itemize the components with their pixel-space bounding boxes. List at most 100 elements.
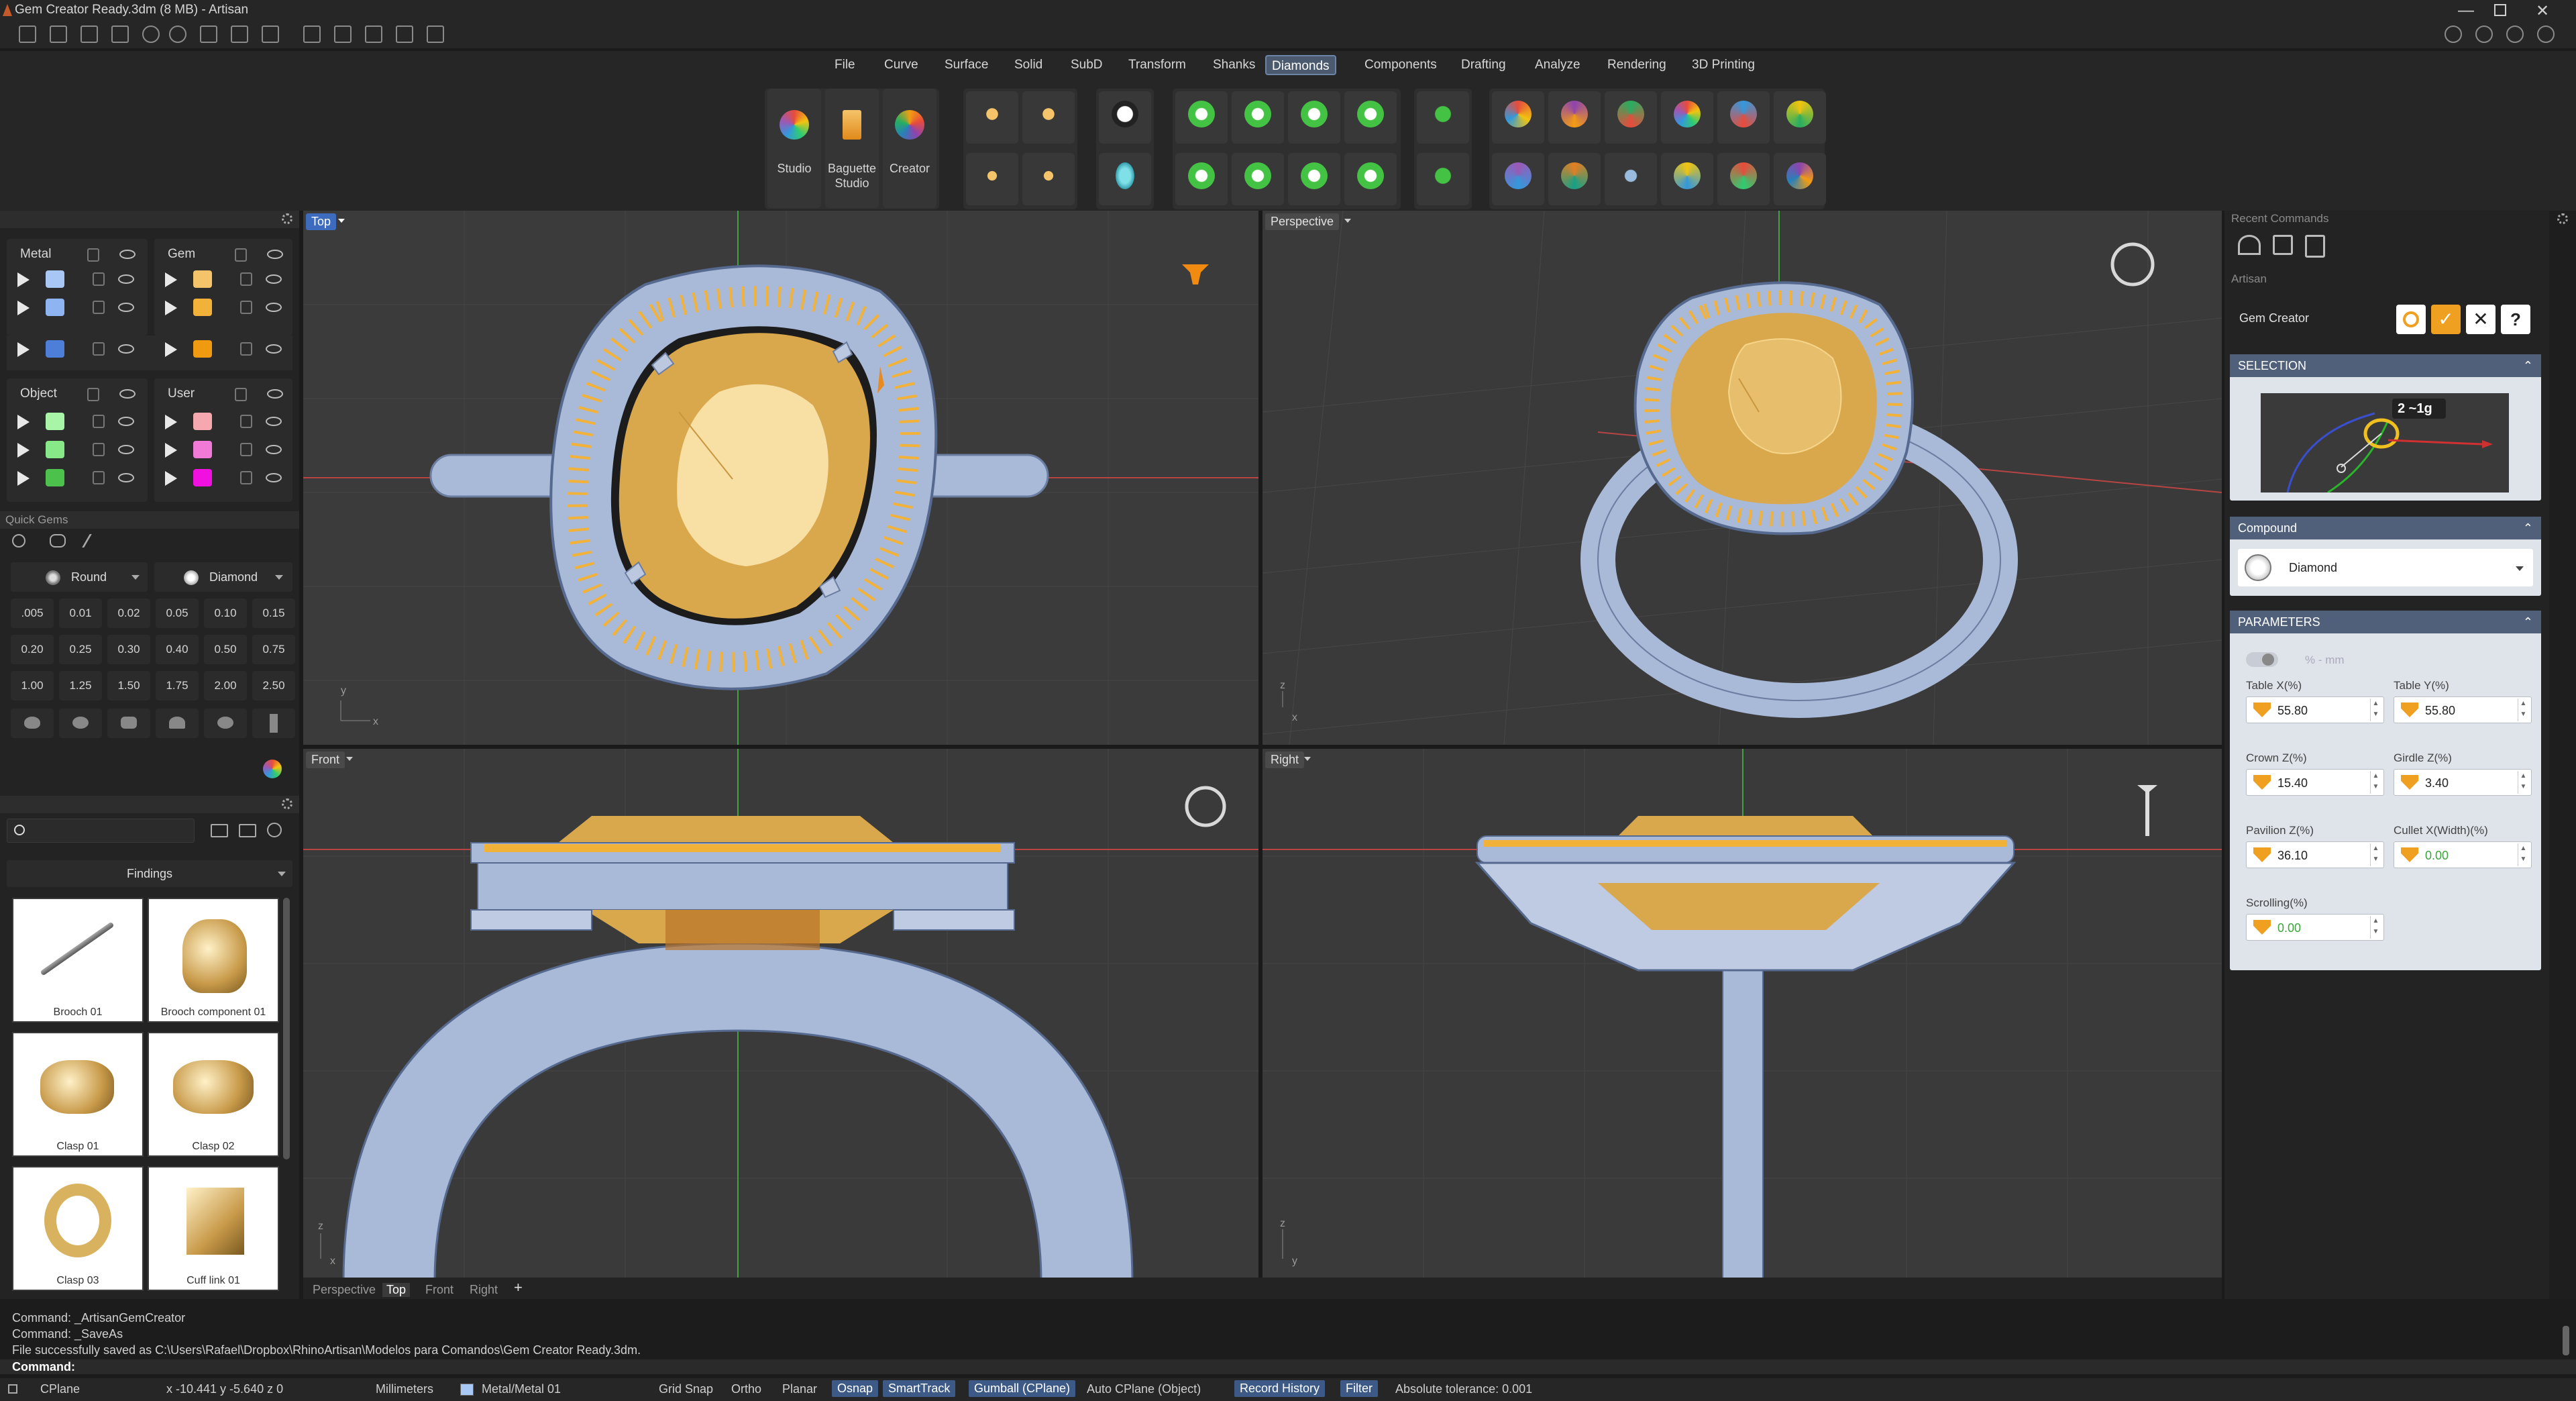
panel-options-icon[interactable] xyxy=(2557,213,2568,224)
oval-shape-button[interactable] xyxy=(59,709,102,738)
play-icon[interactable] xyxy=(165,443,177,458)
close-icon[interactable]: ✕ xyxy=(2536,1,2549,21)
menu-transform[interactable]: Transform xyxy=(1123,55,1191,75)
layer-row[interactable] xyxy=(165,439,292,462)
gem-swap-button[interactable] xyxy=(1548,91,1601,144)
panel-gear-icon[interactable] xyxy=(282,213,292,224)
gems-between-points-button[interactable] xyxy=(1022,91,1075,144)
refresh-icon[interactable] xyxy=(267,823,282,837)
quick-gems-settings-icon[interactable] xyxy=(12,534,25,548)
status-toggle[interactable]: Grid Snap xyxy=(659,1382,713,1396)
lock-icon[interactable] xyxy=(240,272,252,286)
status-toggle[interactable]: Record History xyxy=(1234,1380,1326,1397)
gem-select-button[interactable] xyxy=(1774,91,1826,144)
round-gem-button[interactable] xyxy=(1099,91,1151,144)
param-input[interactable]: 15.40 ▲ ▼ xyxy=(2246,769,2384,796)
menu-3d-printing[interactable]: 3D Printing xyxy=(1686,55,1760,75)
lock-icon[interactable] xyxy=(240,443,252,456)
layer-row[interactable] xyxy=(17,268,145,291)
recent-save-icon[interactable] xyxy=(2273,235,2293,255)
bezel-setting-button[interactable] xyxy=(1175,91,1228,144)
selection-preview[interactable]: 2 ~1g xyxy=(2261,393,2509,494)
viewport-menu-chevron-icon[interactable] xyxy=(346,757,353,761)
viewport-tab-top[interactable]: Top xyxy=(382,1283,411,1297)
gem-shape-dropdown[interactable]: Round xyxy=(11,562,148,592)
gem-path-button[interactable] xyxy=(1022,153,1075,205)
param-value[interactable]: 0.00 xyxy=(2277,921,2301,935)
eye-icon[interactable] xyxy=(266,303,282,312)
save-icon[interactable] xyxy=(200,25,217,43)
star-setting-button[interactable] xyxy=(1288,153,1340,205)
gem-distance-button[interactable] xyxy=(1605,153,1657,205)
menu-solid[interactable]: Solid xyxy=(1009,55,1048,75)
menu-curve[interactable]: Curve xyxy=(879,55,924,75)
spinner-arrows-icon[interactable]: ▲ ▼ xyxy=(2370,916,2381,939)
lock-icon[interactable] xyxy=(93,301,105,314)
cup-setting-button[interactable] xyxy=(1232,91,1284,144)
layer-color-swatch[interactable] xyxy=(46,340,64,358)
gem-weight-button[interactable] xyxy=(1548,153,1601,205)
layer-row[interactable] xyxy=(17,325,145,334)
menu-subd[interactable]: SubD xyxy=(1065,55,1108,75)
recent-undo-icon[interactable] xyxy=(2238,235,2261,255)
gem-flip-button[interactable] xyxy=(1717,153,1770,205)
add-viewport-tab-icon[interactable]: + xyxy=(514,1279,523,1296)
layer-color-swatch[interactable] xyxy=(46,469,64,486)
layers-toggle-icon[interactable] xyxy=(2475,25,2493,43)
menu-components[interactable]: Components xyxy=(1359,55,1442,75)
lock-icon[interactable] xyxy=(93,342,105,356)
select-surfaces-icon[interactable] xyxy=(365,25,382,43)
param-input[interactable]: 55.80 ▲ ▼ xyxy=(2394,696,2532,723)
layer-color-swatch[interactable] xyxy=(193,441,212,458)
gem-size-button[interactable]: 1.50 xyxy=(107,671,150,701)
restore-icon[interactable] xyxy=(2494,4,2506,16)
param-value[interactable]: 15.40 xyxy=(2277,776,2308,790)
gem-count-button[interactable] xyxy=(1492,153,1544,205)
spinner-arrows-icon[interactable]: ▲ ▼ xyxy=(2518,843,2528,866)
recent-paste-icon[interactable] xyxy=(2305,235,2325,258)
viewport-front[interactable]: z x Front xyxy=(303,749,1258,1282)
open-recent-icon[interactable] xyxy=(111,25,129,43)
layer-color-swatch[interactable] xyxy=(193,469,212,486)
settings-icon[interactable] xyxy=(2537,25,2555,43)
status-toggle[interactable]: Gumball (CPlane) xyxy=(969,1380,1076,1397)
undo-icon[interactable] xyxy=(142,25,160,43)
gem-array-button[interactable] xyxy=(966,153,1018,205)
layer-row[interactable] xyxy=(17,439,145,462)
spinner-arrows-icon[interactable]: ▲ ▼ xyxy=(2518,771,2528,794)
select-meshes-icon[interactable] xyxy=(427,25,444,43)
viewport-label-right[interactable]: Right xyxy=(1265,751,1305,768)
layer-color-swatch[interactable] xyxy=(46,299,64,316)
eye-icon[interactable] xyxy=(267,389,283,399)
gem-orient-button[interactable] xyxy=(1661,153,1713,205)
menu-file[interactable]: File xyxy=(829,55,861,75)
viewport-tab-right[interactable]: Right xyxy=(470,1283,498,1297)
layer-color-swatch[interactable] xyxy=(460,1384,474,1396)
play-icon[interactable] xyxy=(17,471,30,486)
open-folder-icon[interactable] xyxy=(239,824,256,837)
gem-size-button[interactable]: .005 xyxy=(11,599,54,628)
select-points-icon[interactable] xyxy=(303,25,321,43)
finding-item[interactable]: Clasp 02 xyxy=(148,1032,279,1157)
spinner-arrows-icon[interactable]: ▲ ▼ xyxy=(2370,843,2381,866)
gem-size-button[interactable]: 1.25 xyxy=(59,671,102,701)
gem-color-button[interactable] xyxy=(1661,91,1713,144)
status-cplane[interactable]: CPlane xyxy=(40,1382,80,1396)
eye-icon[interactable] xyxy=(266,473,282,482)
viewport-menu-chevron-icon[interactable] xyxy=(1304,757,1311,761)
cutter-button[interactable] xyxy=(1417,91,1469,144)
prong-setting-button[interactable] xyxy=(1288,91,1340,144)
eye-icon[interactable] xyxy=(266,417,282,426)
layer-color-swatch[interactable] xyxy=(193,413,212,430)
help-button[interactable]: ? xyxy=(2501,305,2530,334)
status-toggle[interactable]: Ortho xyxy=(731,1382,761,1396)
eye-icon[interactable] xyxy=(119,389,136,399)
finding-item[interactable]: Brooch component 01 xyxy=(148,898,279,1023)
pear-shape-button[interactable] xyxy=(156,709,199,738)
gem-size-button[interactable]: 0.25 xyxy=(59,635,102,664)
compound-dropdown[interactable]: Diamond xyxy=(2238,549,2533,586)
command-prompt-bar[interactable]: Command: xyxy=(0,1359,2576,1374)
save-as-icon[interactable] xyxy=(231,25,248,43)
select-polysurfaces-icon[interactable] xyxy=(396,25,413,43)
gem-material-dropdown[interactable]: Diamond xyxy=(154,562,292,592)
